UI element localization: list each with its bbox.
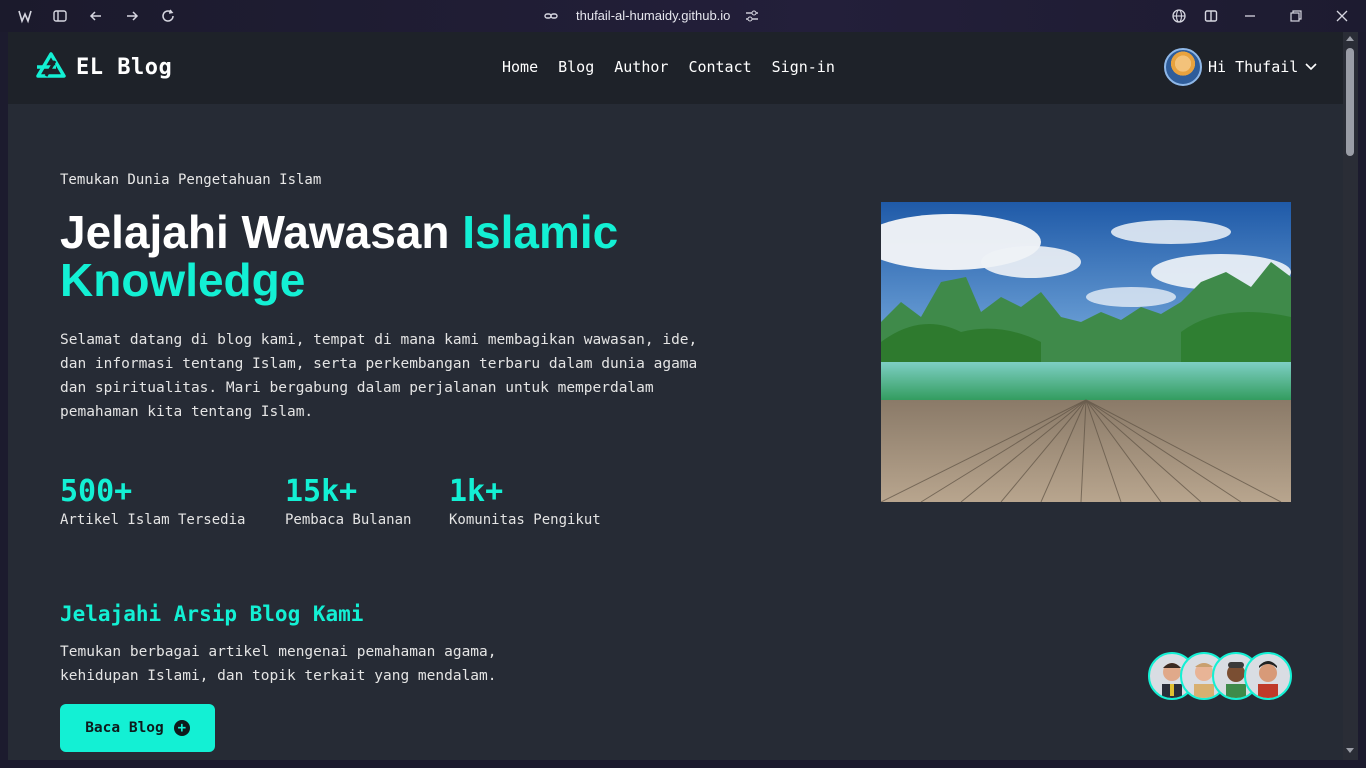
address-bar-url[interactable]: thufail-al-humaidy.github.io <box>576 8 730 23</box>
page-viewport: EL Blog Home Blog Author Contact Sign-in… <box>8 32 1343 760</box>
split-view-icon[interactable] <box>1202 7 1220 25</box>
user-menu[interactable]: Hi Thufail <box>1164 48 1318 86</box>
site-navbar: EL Blog Home Blog Author Contact Sign-in… <box>8 32 1343 104</box>
restore-icon[interactable] <box>1287 7 1305 25</box>
stat-label: Artikel Islam Tersedia <box>60 512 246 528</box>
headline-plain: Jelajahi Wawasan <box>60 206 450 258</box>
scrollbar-thumb[interactable] <box>1346 48 1354 156</box>
read-blog-button[interactable]: Baca Blog + <box>60 704 215 752</box>
hero-intro: Selamat datang di blog kami, tempat di m… <box>60 332 698 420</box>
user-greeting: Hi Thufail <box>1208 58 1299 76</box>
sidebar-toggle-icon[interactable] <box>51 7 69 25</box>
brand[interactable]: EL Blog <box>36 52 172 82</box>
plus-circle-icon: + <box>173 720 190 736</box>
reload-icon[interactable] <box>159 7 177 25</box>
scroll-down-icon[interactable] <box>1346 748 1354 753</box>
stat-value: 15k+ <box>285 474 358 509</box>
link-icon <box>542 7 560 25</box>
forward-icon[interactable] <box>123 7 141 25</box>
browser-toolbar: thufail-al-humaidy.github.io <box>0 0 1366 32</box>
nav-link-home[interactable]: Home <box>502 58 538 76</box>
avatar[interactable] <box>1164 48 1202 86</box>
hero-tagline: Temukan Dunia Pengetahuan Islam <box>60 172 322 188</box>
page-scrollbar[interactable] <box>1343 32 1358 760</box>
globe-icon[interactable] <box>1170 7 1188 25</box>
nav-link-contact[interactable]: Contact <box>688 58 751 76</box>
nav-link-sign-in[interactable]: Sign-in <box>772 58 835 76</box>
back-icon[interactable] <box>87 7 105 25</box>
scroll-up-icon[interactable] <box>1346 36 1354 41</box>
logo-triangle-icon <box>36 52 66 82</box>
community-avatars <box>1148 652 1298 700</box>
hero-landscape-image <box>881 202 1291 502</box>
hero-headline: Jelajahi Wawasan Islamic Knowledge <box>60 208 780 304</box>
main-menu: Home Blog Author Contact Sign-in <box>502 58 835 76</box>
stat-value: 500+ <box>60 474 133 509</box>
archive-title: Jelajahi Arsip Blog Kami <box>60 602 364 626</box>
stat-label: Pembaca Bulanan <box>285 512 412 528</box>
stat-label: Komunitas Pengikut <box>449 512 601 528</box>
nav-link-blog[interactable]: Blog <box>558 58 594 76</box>
close-icon[interactable] <box>1333 7 1351 25</box>
brand-name: EL Blog <box>76 54 173 80</box>
minimize-icon[interactable] <box>1241 7 1259 25</box>
stat-readers: 15k+ Pembaca Bulanan <box>285 474 411 528</box>
app-logo-icon[interactable] <box>16 7 34 25</box>
stat-value: 1k+ <box>449 474 504 509</box>
stat-articles: 500+ Artikel Islam Tersedia <box>60 474 245 528</box>
site-settings-icon[interactable] <box>743 7 761 25</box>
nav-link-author[interactable]: Author <box>614 58 668 76</box>
read-blog-label: Baca Blog <box>85 720 164 736</box>
chevron-down-icon[interactable] <box>1304 58 1318 77</box>
avatar <box>1244 652 1292 700</box>
stat-community: 1k+ Komunitas Pengikut <box>449 474 601 528</box>
archive-description: Temukan berbagai artikel mengenai pemaha… <box>60 644 497 684</box>
